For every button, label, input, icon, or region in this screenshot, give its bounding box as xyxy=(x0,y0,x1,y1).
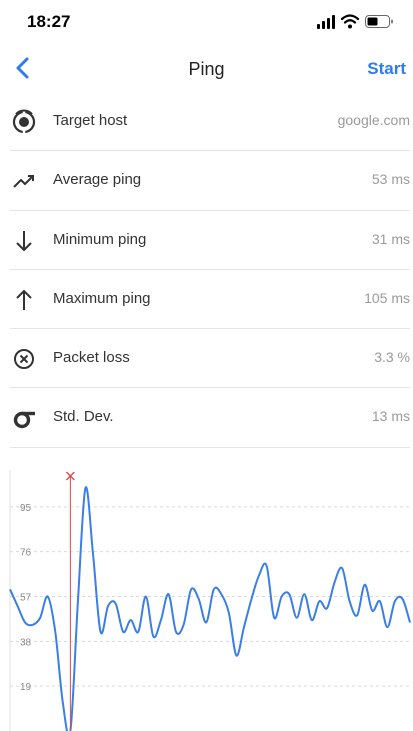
stat-label: Maximum ping xyxy=(53,289,151,307)
status-icons xyxy=(317,14,393,29)
stat-value: 31 ms xyxy=(371,230,410,247)
start-button[interactable]: Start xyxy=(367,59,406,79)
stat-value: 53 ms xyxy=(371,171,410,188)
stat-row-target-host[interactable]: Target host google.com xyxy=(0,92,413,152)
nav-bar: Ping Start xyxy=(0,44,413,92)
stat-label: Target host xyxy=(53,112,128,129)
signal-icon xyxy=(317,15,335,29)
y-tick-label: 38 xyxy=(20,637,32,648)
status-bar: 18:27 xyxy=(0,0,413,44)
stat-value: google.com xyxy=(337,112,410,128)
wifi-icon xyxy=(340,14,360,29)
target-host-icon xyxy=(12,109,36,134)
stat-row-maximum-ping[interactable]: Maximum ping 105 ms xyxy=(0,270,413,330)
y-tick-label: 57 xyxy=(20,593,32,604)
stat-row-packet-loss[interactable]: Packet loss 3.3 % xyxy=(0,329,413,389)
y-tick-label: 95 xyxy=(20,503,32,514)
battery-icon xyxy=(365,15,393,28)
y-tick-label: 76 xyxy=(20,548,32,559)
ping-chart-svg: 19 38 57 76 95 xyxy=(9,470,411,731)
stats-list: Target host google.com Average ping 53 m… xyxy=(0,92,413,449)
trending-up-icon xyxy=(13,175,34,189)
y-tick-label: 19 xyxy=(20,682,32,693)
arrow-up-icon xyxy=(16,289,32,310)
stat-value: 3.3 % xyxy=(374,349,410,366)
arrow-down-icon xyxy=(16,230,32,251)
stat-label: Packet loss xyxy=(53,349,130,367)
stat-row-minimum-ping[interactable]: Minimum ping 31 ms xyxy=(0,211,413,271)
status-time: 18:27 xyxy=(27,12,71,31)
stat-row-std-dev[interactable]: Std. Dev. 13 ms xyxy=(0,388,413,449)
ping-chart[interactable]: 19 38 57 76 95 xyxy=(0,462,413,731)
stat-label: Average ping xyxy=(53,171,142,189)
sigma-icon xyxy=(13,412,35,429)
stat-value: 105 ms xyxy=(364,289,410,306)
stat-row-average-ping[interactable]: Average ping 53 ms xyxy=(0,151,413,211)
page-title: Ping xyxy=(188,59,225,79)
stat-label: Std. Dev. xyxy=(53,408,114,426)
stat-value: 13 ms xyxy=(371,408,410,425)
close-circle-icon xyxy=(14,349,34,370)
stat-label: Minimum ping xyxy=(53,230,147,248)
